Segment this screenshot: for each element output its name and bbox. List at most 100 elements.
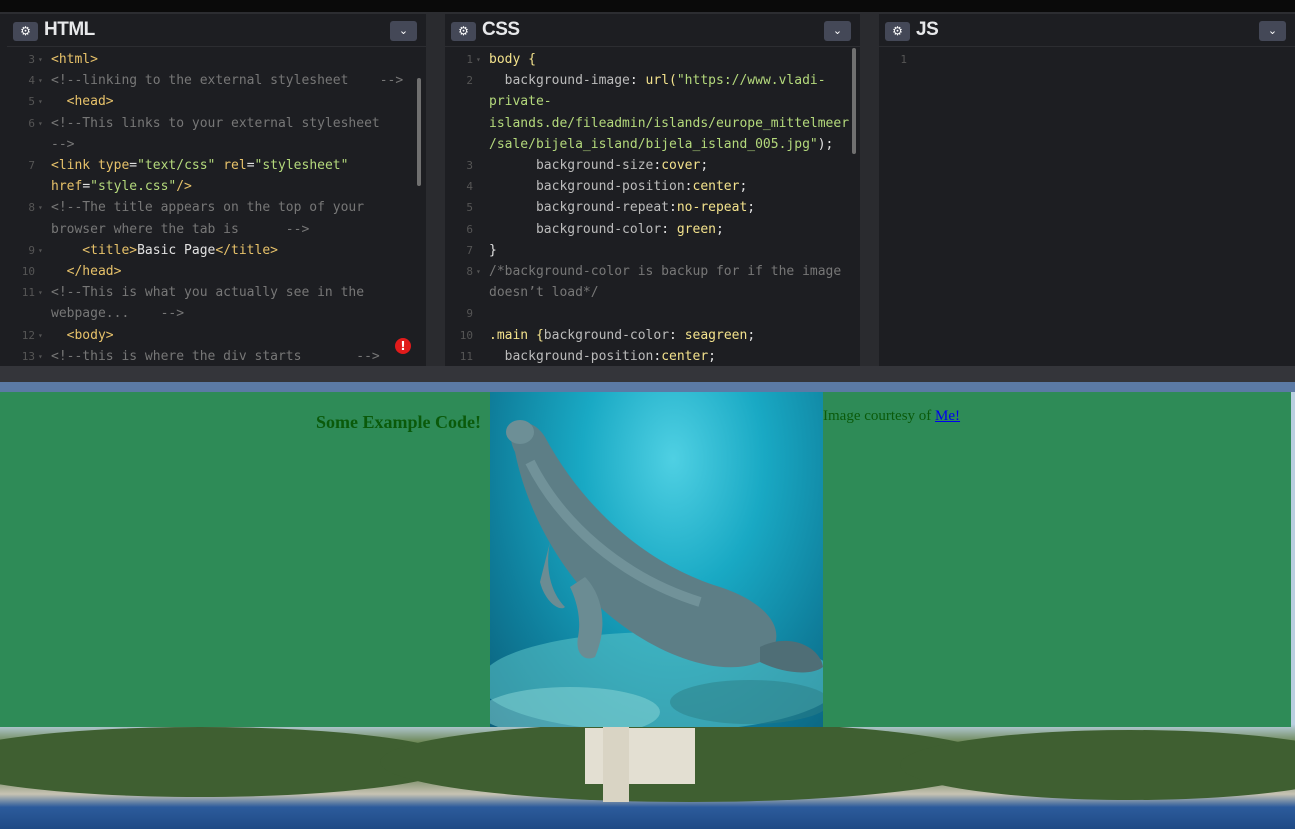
error-icon[interactable]: ! [395,338,411,354]
code-token: = [129,158,138,173]
code-line[interactable]: 2 background-image: url("https://www.vla… [445,70,846,91]
code-text: /*background-color is backup for if the … [489,261,841,282]
code-line[interactable]: 11 background-position:center; [445,346,846,366]
main-div: Some Example Code! Image courtesy of Me! [0,392,1291,727]
code-line[interactable]: 10 </head> [7,261,412,282]
js-code-area[interactable]: 1 [879,47,1295,366]
code-line[interactable]: /sale/bijela_island/bijela_island_005.jp… [445,134,846,155]
code-line[interactable]: --> [7,134,412,155]
fold-arrow-icon[interactable]: ▾ [476,49,481,70]
code-token: "https://www.vladi- [676,73,826,89]
fold-arrow-icon[interactable]: ▾ [38,113,43,134]
code-token: : [684,179,693,195]
code-token: background-color [543,327,670,343]
code-token: ; [708,348,716,364]
code-line[interactable]: 3 ▾ <html> [7,49,412,70]
panel-divider[interactable] [426,14,445,366]
code-token: doesn’t load*/ [489,285,599,301]
code-line[interactable]: browser where the tab is --> [7,219,412,240]
html-collapse-chevron-icon[interactable]: ⌄ [390,21,417,41]
tower-shape [603,722,629,802]
code-text: <!--This is what you actually see in the [51,282,364,303]
code-token: background-position [489,179,685,195]
code-line[interactable]: 5 background-repeat:no-repeat; [445,197,846,218]
code-token: ); [817,136,834,152]
css-editor-header: ⚙ CSS ⌄ [445,14,860,47]
code-line[interactable]: 5 ▾ <head> [7,91,412,112]
credit-link[interactable]: Me! [935,408,960,424]
css-editor-panel[interactable]: ⚙ CSS ⌄ 1 ▾ body {2 background-image: url(… [445,14,860,366]
code-line[interactable]: 11 ▾ <!--This is what you actually see in … [7,282,412,303]
fold-arrow-icon[interactable]: ▾ [38,282,43,303]
css-editor-title: CSS [482,19,520,40]
code-text: background-position:center; [489,176,747,197]
code-line[interactable]: 10 .main {background-color: seagreen; [445,325,846,346]
code-token: : [669,327,685,343]
code-line[interactable]: 8 ▾ <!--The title appears on the top of yo… [7,197,412,218]
code-line[interactable]: 8 ▾ /*background-color is backup for if th… [445,261,846,282]
code-text: background-color: green; [489,219,724,240]
code-token: --> [51,136,75,152]
code-line[interactable]: 6 background-color: green; [445,219,846,240]
line-number: 11 [21,286,35,300]
js-collapse-chevron-icon[interactable]: ⌄ [1259,21,1286,41]
credit-text: Image courtesy of [823,408,936,424]
html-settings-gear-icon[interactable]: ⚙ [13,22,38,41]
line-number: 2 [466,74,473,88]
fold-arrow-icon[interactable]: ▾ [38,49,43,70]
code-token: href [51,179,83,195]
fold-arrow-icon[interactable]: ▾ [38,240,43,261]
code-token: = [82,179,91,195]
code-line[interactable]: 1 ▾ body { [445,49,846,70]
code-token: Basic Page [137,242,216,258]
fold-arrow-icon[interactable]: ▾ [38,325,43,346]
code-line[interactable]: webpage... --> [7,303,412,324]
code-line[interactable]: 1 [879,49,1281,70]
code-line[interactable]: 3 background-size:cover; [445,155,846,176]
css-settings-gear-icon[interactable]: ⚙ [451,22,476,41]
line-number: 5 [28,95,35,109]
css-collapse-chevron-icon[interactable]: ⌄ [824,21,851,41]
code-line[interactable]: 7} [445,240,846,261]
html-scrollbar[interactable] [417,78,421,186]
code-line[interactable]: doesn’t load*/ [445,282,846,303]
js-editor-panel[interactable]: ⚙ JS ⌄ 1 [879,14,1295,366]
code-line[interactable]: 9 ▾ <title>Basic Page</title> [7,240,412,261]
code-line[interactable]: 12 ▾ <body> [7,325,412,346]
js-editor-title: JS [916,19,939,40]
code-line[interactable]: 9 [445,303,846,324]
html-editor-panel[interactable]: ⚙ HTML ⌄ 3 ▾ <html> 4 ▾ <!--linking to the ex… [7,14,426,366]
fold-arrow-icon[interactable]: ▾ [476,261,481,282]
code-text: islands.de/fileadmin/islands/europe_mitt… [489,113,849,134]
line-number: 1 [900,53,907,66]
code-line[interactable]: 7 <link type="text/css" rel="stylesheet" [7,155,412,176]
fold-arrow-icon[interactable]: ▾ [38,197,43,218]
code-line[interactable]: 4 background-position:center; [445,176,846,197]
code-token: no-repeat [676,200,748,216]
code-line[interactable]: private- [445,91,846,112]
panel-divider[interactable] [860,14,879,366]
code-line[interactable]: href="style.css"/> [7,176,412,197]
code-text: </head> [51,261,122,282]
js-settings-gear-icon[interactable]: ⚙ [885,22,910,41]
preview-frame[interactable]: Some Example Code! Image courtesy of Me! [0,392,1295,829]
css-code-area[interactable]: 1 ▾ body {2 background-image: url("https:/… [445,47,860,366]
code-token: islands.de/fileadmin/islands/europe_mitt… [489,115,850,131]
fold-arrow-icon[interactable]: ▾ [38,346,43,366]
line-number: 8 [28,201,35,215]
code-line[interactable]: 13 ▾ <!--this is where the div starts --> [7,346,412,366]
html-code-area[interactable]: 3 ▾ <html> 4 ▾ <!--linking to the external st… [7,47,426,366]
code-line[interactable]: islands.de/fileadmin/islands/europe_mitt… [445,113,849,134]
code-token: center [661,348,709,364]
code-line[interactable]: 4 ▾ <!--linking to the external stylesheet… [7,70,412,91]
css-scrollbar[interactable] [852,48,856,154]
fold-arrow-icon[interactable]: ▾ [38,70,43,91]
fold-arrow-icon[interactable]: ▾ [38,91,43,112]
code-token: : [669,200,677,216]
line-number: 5 [466,201,473,215]
code-text: .main {background-color: seagreen; [489,325,755,346]
code-text: <!--This links to your external styleshe… [51,113,380,134]
code-text: <title>Basic Page</title> [51,240,278,261]
code-line[interactable]: 6 ▾ <!--This links to your external styles… [7,113,412,134]
js-editor-header: ⚙ JS ⌄ [879,14,1295,47]
